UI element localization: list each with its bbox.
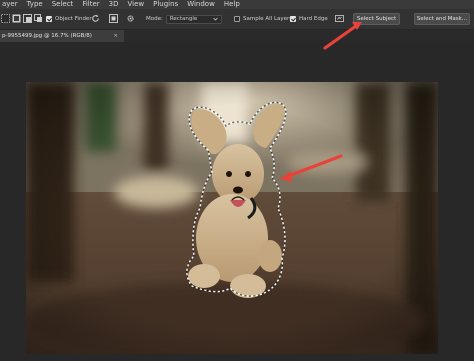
menu-filter[interactable]: Filter bbox=[82, 0, 99, 9]
intersect-selection-icon[interactable] bbox=[34, 14, 43, 23]
hard-edge-option[interactable]: Hard Edge bbox=[290, 9, 328, 29]
object-finder-label: Object Finder bbox=[55, 16, 92, 22]
hard-edge-checkbox[interactable] bbox=[290, 16, 296, 22]
add-selection-icon[interactable] bbox=[12, 14, 21, 23]
menu-window[interactable]: Window bbox=[187, 0, 215, 9]
select-subject-button[interactable]: Select Subject bbox=[353, 13, 400, 25]
refresh-icon[interactable] bbox=[91, 14, 100, 23]
menu-plugins[interactable]: Plugins bbox=[153, 0, 178, 9]
document-tab-bar: p-9955499.jpg @ 16.7% (RGB/8) × bbox=[0, 30, 474, 42]
document-image[interactable] bbox=[26, 82, 438, 354]
menu-layer[interactable]: ayer bbox=[2, 0, 18, 9]
menu-view[interactable]: View bbox=[128, 0, 145, 9]
sample-all-layers-option[interactable]: Sample All Layers bbox=[234, 9, 292, 29]
object-finder-checkbox[interactable] bbox=[46, 16, 52, 22]
mode-value: Rectangle bbox=[169, 16, 198, 22]
select-and-mask-button[interactable]: Select and Mask... bbox=[414, 13, 470, 25]
menu-bar: ayer Type Select Filter 3D View Plugins … bbox=[0, 0, 474, 9]
document-tab[interactable]: p-9955499.jpg @ 16.7% (RGB/8) × bbox=[0, 30, 124, 42]
chevron-down-icon bbox=[213, 17, 218, 21]
object-selection-tool-icon[interactable] bbox=[1, 14, 10, 23]
options-bar: Object Finder Mode: Rectangle Sample All… bbox=[0, 9, 474, 30]
menu-type[interactable]: Type bbox=[27, 0, 43, 9]
mode-label: Mode: bbox=[146, 16, 163, 22]
menu-3d[interactable]: 3D bbox=[109, 0, 119, 9]
show-all-objects-icon[interactable] bbox=[109, 14, 118, 23]
hard-edge-label: Hard Edge bbox=[299, 16, 328, 22]
sample-all-layers-checkbox[interactable] bbox=[234, 16, 240, 22]
dog-photo bbox=[26, 82, 438, 354]
mode-field: Mode: Rectangle bbox=[146, 9, 222, 29]
subtract-selection-icon[interactable] bbox=[23, 14, 32, 23]
menu-select[interactable]: Select bbox=[52, 0, 74, 9]
select-subject-options-icon[interactable] bbox=[335, 14, 344, 23]
menu-help[interactable]: Help bbox=[224, 0, 240, 9]
settings-gear-icon[interactable] bbox=[126, 14, 135, 23]
document-tab-label: p-9955499.jpg @ 16.7% (RGB/8) bbox=[2, 33, 92, 39]
mode-select[interactable]: Rectangle bbox=[165, 14, 222, 24]
close-icon[interactable]: × bbox=[113, 30, 118, 42]
sample-all-layers-label: Sample All Layers bbox=[243, 16, 293, 22]
object-finder-option[interactable]: Object Finder bbox=[46, 9, 92, 29]
